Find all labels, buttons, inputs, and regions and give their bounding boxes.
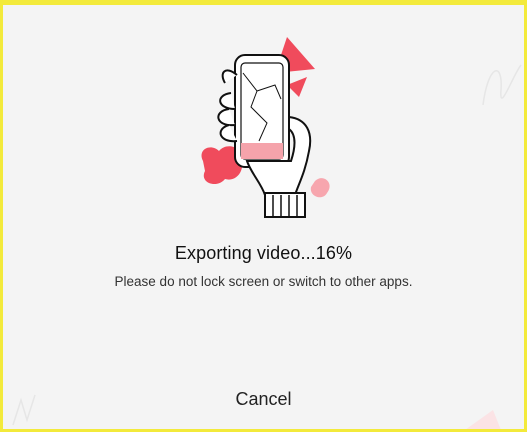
background-doodle-icon — [482, 64, 522, 106]
cancel-button[interactable]: Cancel — [3, 389, 524, 410]
screenshot-frame: Exporting video...16% Please do not lock… — [0, 0, 527, 432]
hand-holding-phone-illustration — [201, 37, 330, 218]
export-progress-dialog: Exporting video...16% Please do not lock… — [3, 5, 524, 429]
export-warning-text: Please do not lock screen or switch to o… — [114, 274, 413, 289]
export-progress-title: Exporting video...16% — [174, 243, 353, 263]
